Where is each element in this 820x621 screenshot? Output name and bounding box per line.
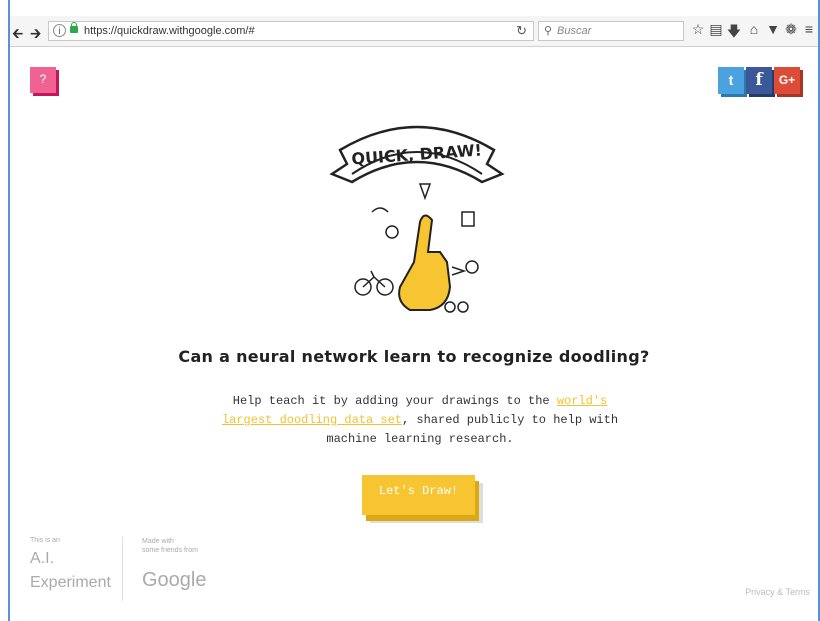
search-placeholder[interactable]: Buscar bbox=[557, 25, 591, 37]
twitter-icon: t bbox=[728, 72, 734, 88]
glasses-right bbox=[457, 301, 469, 313]
page-content: ? t f G+ QUICK, DRAW! Can a neural netwo… bbox=[10, 47, 818, 621]
footer-made-small1: Made with bbox=[142, 538, 174, 545]
hanger-doodle bbox=[451, 266, 467, 276]
ai-experiment-badge[interactable]: This is an A.I. Experiment bbox=[30, 537, 111, 592]
ball-doodle bbox=[465, 260, 479, 274]
cup-doodle bbox=[461, 211, 475, 227]
logo-illustration: QUICK, DRAW! bbox=[329, 125, 505, 313]
pointing-hand bbox=[398, 214, 452, 311]
forward-arrow-icon[interactable]: 🡲 bbox=[30, 23, 41, 47]
page-headline: Can a neural network learn to recognize … bbox=[178, 347, 650, 366]
url-text[interactable]: https://quickdraw.withgoogle.com/# bbox=[84, 25, 255, 37]
home-icon[interactable]: ⌂ bbox=[746, 21, 762, 37]
search-bar[interactable]: ⚲ Buscar bbox=[538, 21, 684, 41]
star-icon[interactable]: ☆ bbox=[690, 21, 706, 38]
doodle-2 bbox=[371, 207, 389, 213]
download-icon[interactable]: 🡇 bbox=[726, 21, 742, 45]
made-with-google[interactable]: Made with some friends from Google bbox=[142, 537, 207, 592]
googleplus-share-button[interactable]: G+ bbox=[774, 67, 800, 94]
facebook-icon: f bbox=[755, 70, 763, 90]
footer-exp-line2: Experiment bbox=[30, 574, 111, 591]
footer-exp-line1: A.I. bbox=[30, 550, 55, 567]
screenshot-icon[interactable]: ❁ bbox=[783, 21, 799, 38]
pizza-doodle bbox=[418, 183, 432, 201]
footer-made-small2: some friends from bbox=[142, 547, 199, 554]
doodle-1 bbox=[385, 225, 399, 239]
quick-draw-logo: QUICK, DRAW! bbox=[322, 102, 512, 382]
pocket-icon[interactable]: ▼ bbox=[765, 21, 781, 37]
privacy-terms-link[interactable]: Privacy & Terms bbox=[745, 587, 810, 597]
browser-toolbar: 🡰 🡲 i https://quickdraw.withgoogle.com/#… bbox=[10, 16, 818, 47]
info-icon[interactable]: i bbox=[53, 24, 66, 37]
reading-list-icon[interactable]: ▤ bbox=[708, 21, 724, 38]
facebook-share-button[interactable]: f bbox=[746, 67, 772, 94]
glasses-left bbox=[444, 301, 456, 313]
menu-icon[interactable]: ≡ bbox=[801, 21, 817, 37]
footer-exp-small: This is an bbox=[30, 537, 60, 544]
googleplus-icon: G+ bbox=[778, 73, 796, 87]
twitter-share-button[interactable]: t bbox=[718, 67, 744, 94]
lock-icon bbox=[70, 22, 78, 33]
footer-divider bbox=[122, 537, 123, 601]
desc-text-before: Help teach it by adding your drawings to… bbox=[232, 394, 557, 408]
url-bar[interactable]: i https://quickdraw.withgoogle.com/# ↻ bbox=[48, 21, 534, 41]
google-logo: Google bbox=[142, 569, 207, 591]
page-description: Help teach it by adding your drawings to… bbox=[210, 392, 630, 449]
search-icon: ⚲ bbox=[544, 25, 553, 37]
reload-icon[interactable]: ↻ bbox=[516, 23, 527, 39]
lets-draw-button[interactable]: Let's Draw! bbox=[362, 475, 475, 515]
help-button[interactable]: ? bbox=[30, 67, 56, 93]
back-arrow-icon[interactable]: 🡰 bbox=[12, 23, 23, 47]
